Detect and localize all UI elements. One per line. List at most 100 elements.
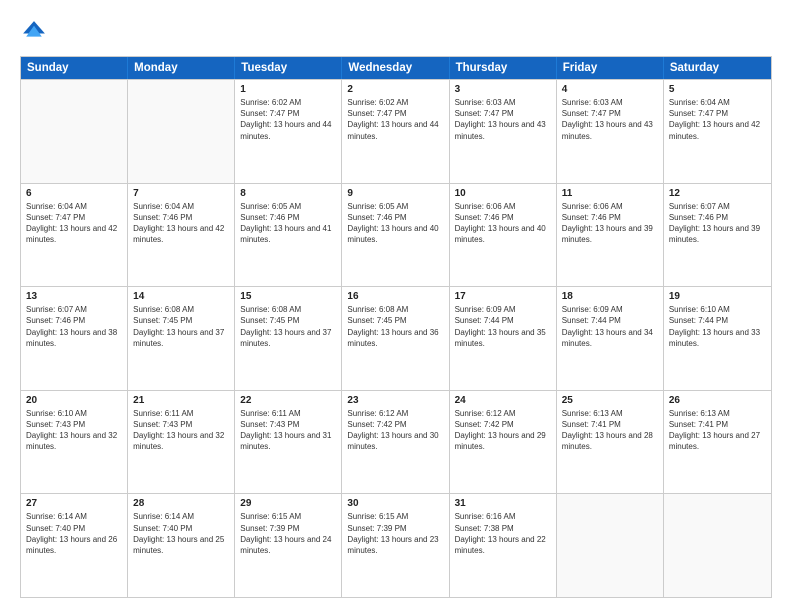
calendar-row-2: 6 Sunrise: 6:04 AM Sunset: 7:47 PM Daylig… [21,183,771,287]
calendar-cell-day-30: 30 Sunrise: 6:15 AM Sunset: 7:39 PM Dayli… [342,494,449,597]
weekday-header-friday: Friday [557,57,664,79]
calendar-row-4: 20 Sunrise: 6:10 AM Sunset: 7:43 PM Dayli… [21,390,771,494]
day-info: Sunrise: 6:15 AM Sunset: 7:39 PM Dayligh… [347,511,443,556]
calendar-cell-day-23: 23Sunrise: 6:12 AM Sunset: 7:42 PM Dayli… [342,391,449,494]
calendar-cell-day-10: 10 Sunrise: 6:06 AM Sunset: 7:46 PM Dayli… [450,184,557,287]
day-number: 24 [455,395,551,406]
day-number: 22 [240,395,336,406]
calendar-cell-day-12: 12 Sunrise: 6:07 AM Sunset: 7:46 PM Dayli… [664,184,771,287]
day-info: Sunrise: 6:11 AM Sunset: 7:43 PM Dayligh… [240,408,336,453]
day-info: Sunrise: 6:02 AM Sunset: 7:47 PM Dayligh… [347,97,443,142]
day-info: Sunrise: 6:05 AM Sunset: 7:46 PM Dayligh… [240,201,336,246]
calendar-cell-empty [557,494,664,597]
day-number: 28 [133,498,229,509]
calendar-cell-day-31: 31 Sunrise: 6:16 AM Sunset: 7:38 PM Dayli… [450,494,557,597]
calendar-cell-day-2: 2 Sunrise: 6:02 AM Sunset: 7:47 PM Daylig… [342,80,449,183]
day-info: Sunrise: 6:13 AM Sunset: 7:41 PM Dayligh… [669,408,766,453]
calendar-cell-day-26: 26 Sunrise: 6:13 AM Sunset: 7:41 PM Dayli… [664,391,771,494]
calendar-cell-day-24: 24 Sunrise: 6:12 AM Sunset: 7:42 PM Dayli… [450,391,557,494]
day-number: 10 [455,188,551,199]
weekday-header-tuesday: Tuesday [235,57,342,79]
weekday-header-wednesday: Wednesday [342,57,449,79]
day-number: 8 [240,188,336,199]
day-info: Sunrise: 6:03 AM Sunset: 7:47 PM Dayligh… [455,97,551,142]
day-number: 18 [562,291,658,302]
logo [20,18,52,46]
calendar-cell-day-16: 16Sunrise: 6:08 AM Sunset: 7:45 PM Dayli… [342,287,449,390]
day-number: 31 [455,498,551,509]
calendar-cell-day-8: 8 Sunrise: 6:05 AM Sunset: 7:46 PM Daylig… [235,184,342,287]
day-info: Sunrise: 6:04 AM Sunset: 7:47 PM Dayligh… [26,201,122,246]
calendar: SundayMondayTuesdayWednesdayThursdayFrid… [20,56,772,598]
day-info: Sunrise: 6:13 AM Sunset: 7:41 PM Dayligh… [562,408,658,453]
day-number: 6 [26,188,122,199]
calendar-cell-day-6: 6 Sunrise: 6:04 AM Sunset: 7:47 PM Daylig… [21,184,128,287]
calendar-cell-day-19: 19 Sunrise: 6:10 AM Sunset: 7:44 PM Dayli… [664,287,771,390]
calendar-cell-day-22: 22 Sunrise: 6:11 AM Sunset: 7:43 PM Dayli… [235,391,342,494]
weekday-header-monday: Monday [128,57,235,79]
day-info: Sunrise: 6:07 AM Sunset: 7:46 PM Dayligh… [669,201,766,246]
day-info: Sunrise: 6:04 AM Sunset: 7:47 PM Dayligh… [669,97,766,142]
calendar-cell-day-14: 14Sunrise: 6:08 AM Sunset: 7:45 PM Dayli… [128,287,235,390]
day-info: Sunrise: 6:12 AM Sunset: 7:42 PM Dayligh… [455,408,551,453]
calendar-cell-day-17: 17 Sunrise: 6:09 AM Sunset: 7:44 PM Dayli… [450,287,557,390]
day-info: Sunrise: 6:06 AM Sunset: 7:46 PM Dayligh… [455,201,551,246]
calendar-cell-day-9: 9 Sunrise: 6:05 AM Sunset: 7:46 PM Daylig… [342,184,449,287]
day-info: Sunrise: 6:05 AM Sunset: 7:46 PM Dayligh… [347,201,443,246]
day-info: Sunrise: 6:10 AM Sunset: 7:43 PM Dayligh… [26,408,122,453]
day-info: Sunrise: 6:15 AM Sunset: 7:39 PM Dayligh… [240,511,336,556]
day-number: 9 [347,188,443,199]
day-info: Sunrise: 6:08 AM Sunset: 7:45 PM Dayligh… [133,304,229,349]
day-info: Sunrise: 6:16 AM Sunset: 7:38 PM Dayligh… [455,511,551,556]
calendar-cell-empty [128,80,235,183]
calendar-row-3: 13 Sunrise: 6:07 AM Sunset: 7:46 PM Dayli… [21,286,771,390]
day-info: Sunrise: 6:10 AM Sunset: 7:44 PM Dayligh… [669,304,766,349]
calendar-cell-day-27: 27Sunrise: 6:14 AM Sunset: 7:40 PM Dayli… [21,494,128,597]
calendar-cell-day-15: 15Sunrise: 6:08 AM Sunset: 7:45 PM Dayli… [235,287,342,390]
day-number: 13 [26,291,122,302]
calendar-cell-day-20: 20 Sunrise: 6:10 AM Sunset: 7:43 PM Dayli… [21,391,128,494]
calendar-header: SundayMondayTuesdayWednesdayThursdayFrid… [21,57,771,79]
day-number: 26 [669,395,766,406]
day-info: Sunrise: 6:09 AM Sunset: 7:44 PM Dayligh… [562,304,658,349]
day-info: Sunrise: 6:07 AM Sunset: 7:46 PM Dayligh… [26,304,122,349]
day-number: 4 [562,84,658,95]
calendar-row-1: 1 Sunrise: 6:02 AM Sunset: 7:47 PM Daylig… [21,79,771,183]
calendar-row-5: 27Sunrise: 6:14 AM Sunset: 7:40 PM Dayli… [21,493,771,597]
day-number: 20 [26,395,122,406]
day-number: 7 [133,188,229,199]
day-info: Sunrise: 6:06 AM Sunset: 7:46 PM Dayligh… [562,201,658,246]
weekday-header-sunday: Sunday [21,57,128,79]
calendar-cell-day-5: 5 Sunrise: 6:04 AM Sunset: 7:47 PM Daylig… [664,80,771,183]
day-number: 27 [26,498,122,509]
day-number: 19 [669,291,766,302]
day-number: 25 [562,395,658,406]
day-number: 12 [669,188,766,199]
day-number: 2 [347,84,443,95]
day-number: 17 [455,291,551,302]
day-number: 16 [347,291,443,302]
day-number: 15 [240,291,336,302]
day-number: 5 [669,84,766,95]
calendar-cell-day-11: 11Sunrise: 6:06 AM Sunset: 7:46 PM Dayli… [557,184,664,287]
day-number: 23 [347,395,443,406]
day-number: 21 [133,395,229,406]
day-info: Sunrise: 6:03 AM Sunset: 7:47 PM Dayligh… [562,97,658,142]
calendar-cell-day-4: 4 Sunrise: 6:03 AM Sunset: 7:47 PM Daylig… [557,80,664,183]
day-number: 1 [240,84,336,95]
calendar-cell-day-25: 25 Sunrise: 6:13 AM Sunset: 7:41 PM Dayli… [557,391,664,494]
calendar-cell-day-13: 13 Sunrise: 6:07 AM Sunset: 7:46 PM Dayli… [21,287,128,390]
day-number: 29 [240,498,336,509]
calendar-cell-day-3: 3Sunrise: 6:03 AM Sunset: 7:47 PM Daylig… [450,80,557,183]
calendar-body: 1 Sunrise: 6:02 AM Sunset: 7:47 PM Daylig… [21,79,771,597]
day-number: 30 [347,498,443,509]
day-info: Sunrise: 6:04 AM Sunset: 7:46 PM Dayligh… [133,201,229,246]
day-info: Sunrise: 6:11 AM Sunset: 7:43 PM Dayligh… [133,408,229,453]
day-info: Sunrise: 6:02 AM Sunset: 7:47 PM Dayligh… [240,97,336,142]
calendar-cell-day-1: 1 Sunrise: 6:02 AM Sunset: 7:47 PM Daylig… [235,80,342,183]
header [20,18,772,46]
day-info: Sunrise: 6:09 AM Sunset: 7:44 PM Dayligh… [455,304,551,349]
calendar-cell-day-28: 28Sunrise: 6:14 AM Sunset: 7:40 PM Dayli… [128,494,235,597]
calendar-cell-day-18: 18 Sunrise: 6:09 AM Sunset: 7:44 PM Dayli… [557,287,664,390]
weekday-header-saturday: Saturday [664,57,771,79]
